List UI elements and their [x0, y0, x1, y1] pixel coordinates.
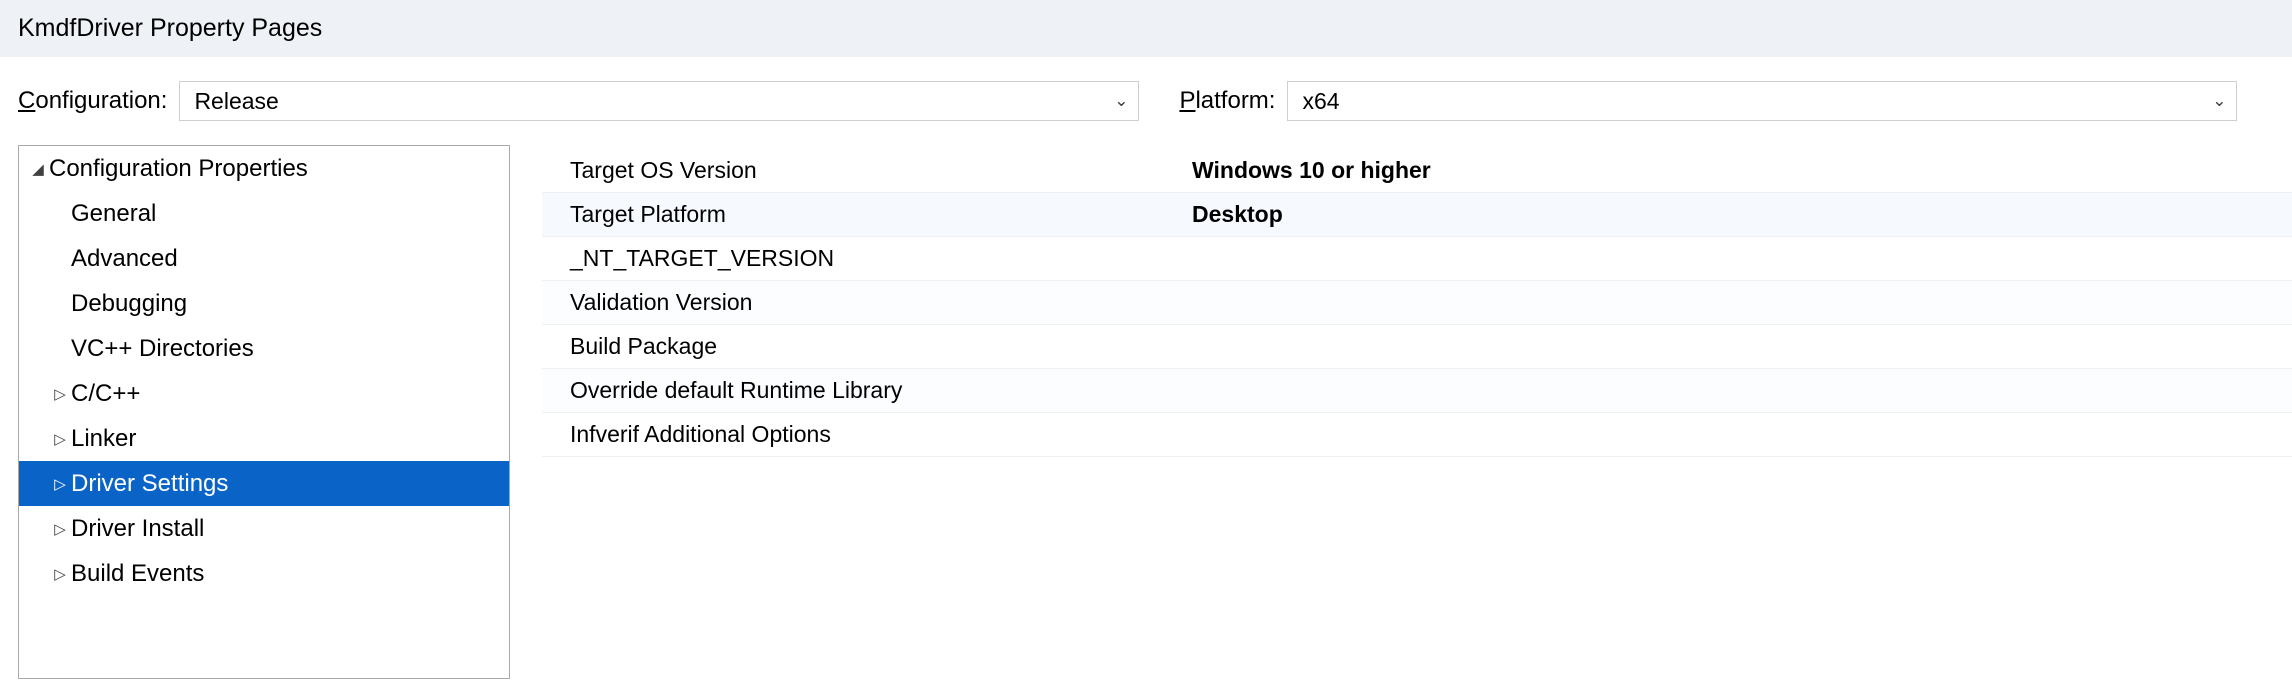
platform-dropdown[interactable]: x64 ⌄ — [1287, 81, 2237, 121]
caret-right-icon: ▷ — [49, 520, 71, 538]
configuration-dropdown[interactable]: Release ⌄ — [179, 81, 1139, 121]
configuration-dropdown-value: Release — [194, 88, 278, 115]
tree-item-label: C/C++ — [71, 380, 140, 408]
chevron-down-icon: ⌄ — [1114, 91, 1128, 111]
property-value: Windows 10 or higher — [1192, 157, 2292, 184]
tree-root-label: Configuration Properties — [49, 155, 308, 183]
property-row[interactable]: Target PlatformDesktop — [542, 193, 2292, 237]
tree-item[interactable]: ▷Driver Settings — [19, 461, 509, 506]
property-label: Validation Version — [542, 289, 1192, 316]
tree-item[interactable]: Advanced — [19, 236, 509, 281]
caret-right-icon: ▷ — [49, 565, 71, 583]
tree-item-label: Driver Settings — [71, 470, 228, 498]
property-row[interactable]: Target OS VersionWindows 10 or higher — [542, 149, 2292, 193]
caret-right-icon: ▷ — [49, 385, 71, 403]
caret-down-icon: ◢ — [27, 160, 49, 178]
tree-item[interactable]: ▷C/C++ — [19, 371, 509, 416]
properties-panel: Target OS VersionWindows 10 or higherTar… — [510, 145, 2292, 679]
tree-item[interactable]: ▷Driver Install — [19, 506, 509, 551]
property-row[interactable]: Override default Runtime Library — [542, 369, 2292, 413]
tree-item[interactable]: ▷Linker — [19, 416, 509, 461]
tree-item-label: General — [71, 200, 156, 228]
configuration-label: Configuration: — [18, 87, 167, 115]
tree-item-label: Advanced — [71, 245, 178, 273]
caret-right-icon: ▷ — [49, 430, 71, 448]
property-label: Target OS Version — [542, 157, 1192, 184]
tree-item-label: Driver Install — [71, 515, 204, 543]
property-row[interactable]: _NT_TARGET_VERSION — [542, 237, 2292, 281]
config-platform-row: Configuration: Release ⌄ Platform: x64 ⌄ — [0, 57, 2292, 145]
tree-item[interactable]: ▷Build Events — [19, 551, 509, 596]
property-row[interactable]: Validation Version — [542, 281, 2292, 325]
tree-root[interactable]: ◢ Configuration Properties — [19, 146, 509, 191]
chevron-down-icon: ⌄ — [2212, 91, 2226, 111]
property-label: Target Platform — [542, 201, 1192, 228]
tree-item[interactable]: Debugging — [19, 281, 509, 326]
property-label: _NT_TARGET_VERSION — [542, 245, 1192, 272]
tree-item-label: VC++ Directories — [71, 335, 254, 363]
property-row[interactable]: Infverif Additional Options — [542, 413, 2292, 457]
property-row[interactable]: Build Package — [542, 325, 2292, 369]
property-label: Build Package — [542, 333, 1192, 360]
title-bar: KmdfDriver Property Pages — [0, 0, 2292, 57]
platform-label: Platform: — [1179, 87, 1275, 115]
tree-item[interactable]: General — [19, 191, 509, 236]
tree-item-label: Build Events — [71, 560, 204, 588]
property-label: Override default Runtime Library — [542, 377, 1192, 404]
property-value: Desktop — [1192, 201, 2292, 228]
platform-dropdown-value: x64 — [1302, 88, 1339, 115]
tree-item-label: Debugging — [71, 290, 187, 318]
property-label: Infverif Additional Options — [542, 421, 1192, 448]
page-title: KmdfDriver Property Pages — [18, 14, 322, 42]
tree-panel: ◢ Configuration Properties General Advanc… — [18, 145, 510, 679]
body-row: ◢ Configuration Properties General Advanc… — [0, 145, 2292, 679]
tree-item-label: Linker — [71, 425, 136, 453]
tree-item[interactable]: VC++ Directories — [19, 326, 509, 371]
caret-right-icon: ▷ — [49, 475, 71, 493]
